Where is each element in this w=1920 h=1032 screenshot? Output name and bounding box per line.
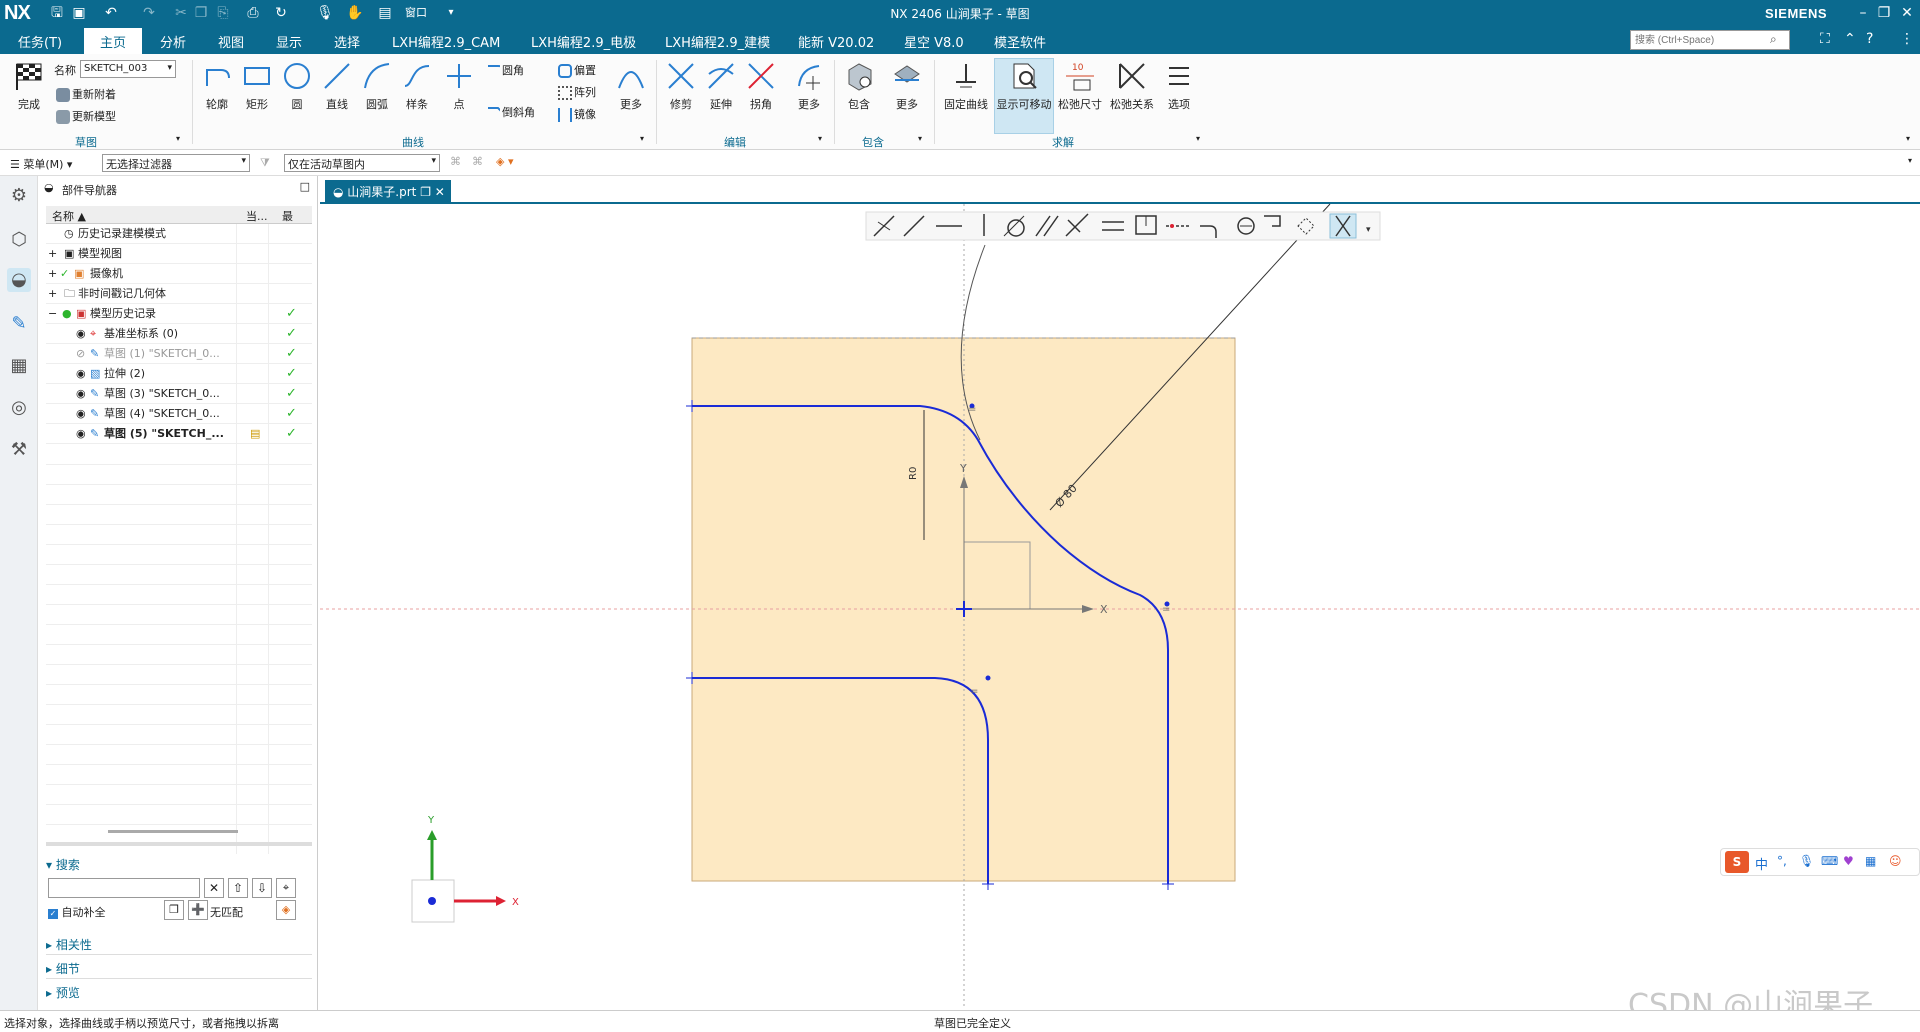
toolbox-icon[interactable]: ▦	[1865, 854, 1876, 868]
triad-x-arrow	[496, 896, 506, 906]
skin-icon[interactable]: ♥	[1843, 854, 1854, 868]
keyboard-icon[interactable]: ⌨	[1821, 854, 1838, 868]
status-prompt: 选择对象，选择曲线或手柄以预览尺寸，或者拖拽以拆离	[4, 1017, 279, 1030]
x-axis-label: X	[1100, 603, 1108, 616]
sketch-canvas[interactable]: X Y Ø 80 R0 = = = X Y ▾	[0, 0, 1920, 1032]
y-axis-label: Y	[959, 462, 967, 475]
arc-center-point[interactable]	[985, 675, 991, 681]
constraint-more-icon[interactable]: ▾	[1366, 225, 1371, 235]
profile-icon[interactable]: ☺	[1889, 854, 1902, 868]
triad-y-arrow	[427, 830, 437, 840]
triad-x-label: X	[512, 897, 519, 908]
equal-constraint-icon[interactable]: =	[970, 686, 978, 697]
sogou-logo-icon[interactable]: S	[1725, 851, 1749, 873]
punctuation-icon[interactable]: °,	[1777, 854, 1787, 868]
status-sketch-state: 草图已完全定义	[934, 1017, 1011, 1030]
voice-icon[interactable]: 🎙	[1799, 854, 1814, 868]
equal-constraint-icon[interactable]: =	[1162, 604, 1170, 615]
status-bar: 选择对象，选择曲线或手柄以预览尺寸，或者拖拽以拆离 草图已完全定义	[0, 1010, 1920, 1032]
radius-dimension-text[interactable]: R0	[908, 467, 919, 480]
ime-lang-toggle[interactable]: 中	[1755, 854, 1768, 873]
triad-origin	[428, 897, 436, 905]
ime-toolbar: S 中 °, 🎙 ⌨ ♥ ▦ ☺	[1720, 848, 1920, 876]
triad-y-label: Y	[427, 815, 435, 826]
equal-constraint-icon[interactable]: =	[968, 404, 976, 415]
constraint-toolbar: ▾	[865, 211, 1381, 241]
